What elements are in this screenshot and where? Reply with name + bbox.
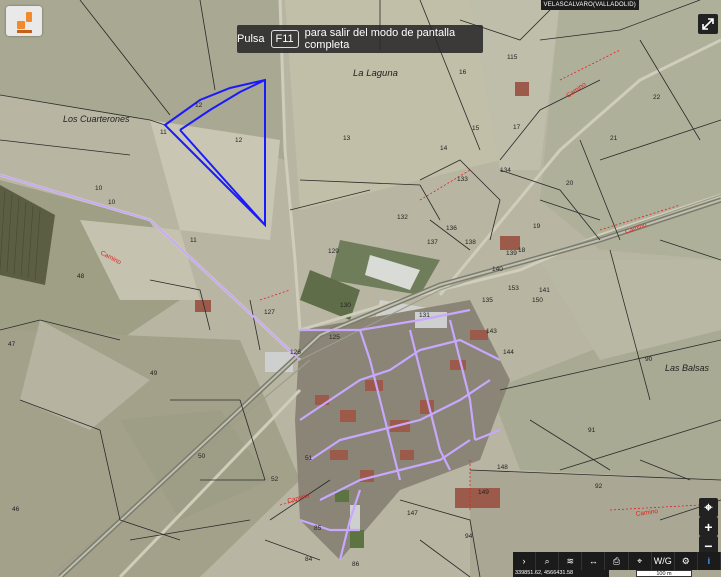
pin-button[interactable]: ⌖: [629, 552, 652, 570]
parcel-label: 14: [440, 145, 448, 152]
scale-bar: 100 m: [636, 570, 692, 577]
expand-button[interactable]: [698, 14, 718, 34]
layers-button[interactable]: ≋: [559, 552, 583, 570]
parcel-label: 50: [198, 453, 206, 460]
fullscreen-key: F11: [270, 30, 299, 48]
zoom-in-button[interactable]: +: [699, 517, 718, 536]
parcel-label: 17: [513, 124, 521, 131]
locate-button[interactable]: ⌖: [699, 498, 718, 517]
parcel-label: 131: [419, 312, 430, 319]
parcel-label: 129: [328, 248, 339, 255]
parcel-label: 149: [478, 489, 489, 496]
parcel-label: 90: [645, 356, 653, 363]
parcel-label: 21: [610, 135, 618, 142]
parcel-label: 115: [507, 54, 518, 61]
parcel-label: 127: [264, 309, 275, 316]
parcel-label: 12: [235, 137, 243, 144]
expand-toolbar-button[interactable]: ›: [513, 552, 537, 570]
parcel-label: 136: [446, 225, 457, 232]
info-button[interactable]: i: [698, 552, 721, 570]
parcel-label: 52: [271, 476, 279, 483]
coordinates-readout: 339851.62, 4566431.58: [513, 570, 609, 577]
parcel-label: 48: [77, 273, 85, 280]
parcel-label: 147: [407, 510, 418, 517]
parcel-label: 133: [457, 176, 468, 183]
parcel-label: 125: [329, 334, 340, 341]
parcel-label: 84: [305, 556, 313, 563]
search-button[interactable]: ⌕: [536, 552, 560, 570]
parcel-label: 11: [190, 237, 197, 244]
parcel-label: 16: [459, 69, 467, 76]
parcel-label: 13: [343, 135, 351, 142]
parcel-label: 137: [427, 239, 438, 246]
parcel-label: 49: [150, 370, 158, 377]
parcel-label: 140: [492, 266, 503, 273]
logo-block: [17, 21, 25, 29]
parcel-label: 135: [482, 297, 493, 304]
parcel-label: 85: [314, 525, 322, 532]
parcel-label: 47: [8, 341, 16, 348]
parcel-label: 15: [472, 125, 480, 132]
fullscreen-banner-prefix: Pulsa: [237, 33, 265, 45]
parcel-label: 10: [108, 199, 116, 206]
parcel-label: 148: [497, 464, 508, 471]
parcel-label: 86: [352, 561, 360, 568]
parcel-label: 130: [340, 302, 351, 309]
parcel-label: 150: [532, 297, 543, 304]
place-las-balsas: Las Balsas: [665, 363, 710, 373]
logo-block: [17, 30, 32, 33]
expand-icon: [702, 18, 714, 30]
map-toolbar: › ⌕ ≋ ↔ ⎙ ⌖ W/G ⚙ i: [513, 552, 721, 570]
parcel-label: 91: [588, 427, 596, 434]
parcel-label: 51: [305, 455, 313, 462]
parcel-label: 143: [486, 328, 497, 335]
parcel-label: 22: [653, 94, 661, 101]
parcel-label: 153: [508, 285, 519, 292]
wms-button[interactable]: W/G: [652, 552, 675, 570]
parcel-label: 138: [465, 239, 476, 246]
fullscreen-banner-suffix: para salir del modo de pantalla completa: [304, 27, 456, 51]
parcel-label: 19: [533, 223, 541, 230]
measure-button[interactable]: ↔: [582, 552, 606, 570]
tools-button[interactable]: ⚙: [675, 552, 698, 570]
parcel-label: 12: [195, 102, 203, 109]
parcel-label: 144: [503, 349, 514, 356]
print-button[interactable]: ⎙: [605, 552, 629, 570]
parcel-label: 139: [506, 250, 517, 257]
parcel-label: 46: [12, 506, 20, 513]
parcel-label: 18: [518, 247, 526, 254]
parcel-label: 94: [465, 533, 473, 540]
parcel-label: 10: [95, 185, 103, 192]
aerial-cadastral-map[interactable]: La Laguna Los Cuarterones Las Balsas 12 …: [0, 0, 721, 577]
parcel-label: 134: [500, 167, 511, 174]
parcel-label: 132: [397, 214, 408, 221]
parcel-label: 11: [160, 129, 167, 136]
place-la-laguna: La Laguna: [353, 68, 398, 79]
fullscreen-banner: Pulsa F11 para salir del modo de pantall…: [237, 25, 483, 53]
place-los-cuarterones: Los Cuarterones: [63, 114, 130, 124]
app-logo[interactable]: [6, 6, 42, 36]
place-title: VELASCALVARO(VALLADOLID): [540, 0, 639, 10]
parcel-label: 20: [566, 180, 574, 187]
parcel-label: 141: [539, 287, 550, 294]
parcel-label: 126: [290, 349, 301, 356]
logo-block: [26, 12, 32, 22]
parcel-label: 92: [595, 483, 603, 490]
